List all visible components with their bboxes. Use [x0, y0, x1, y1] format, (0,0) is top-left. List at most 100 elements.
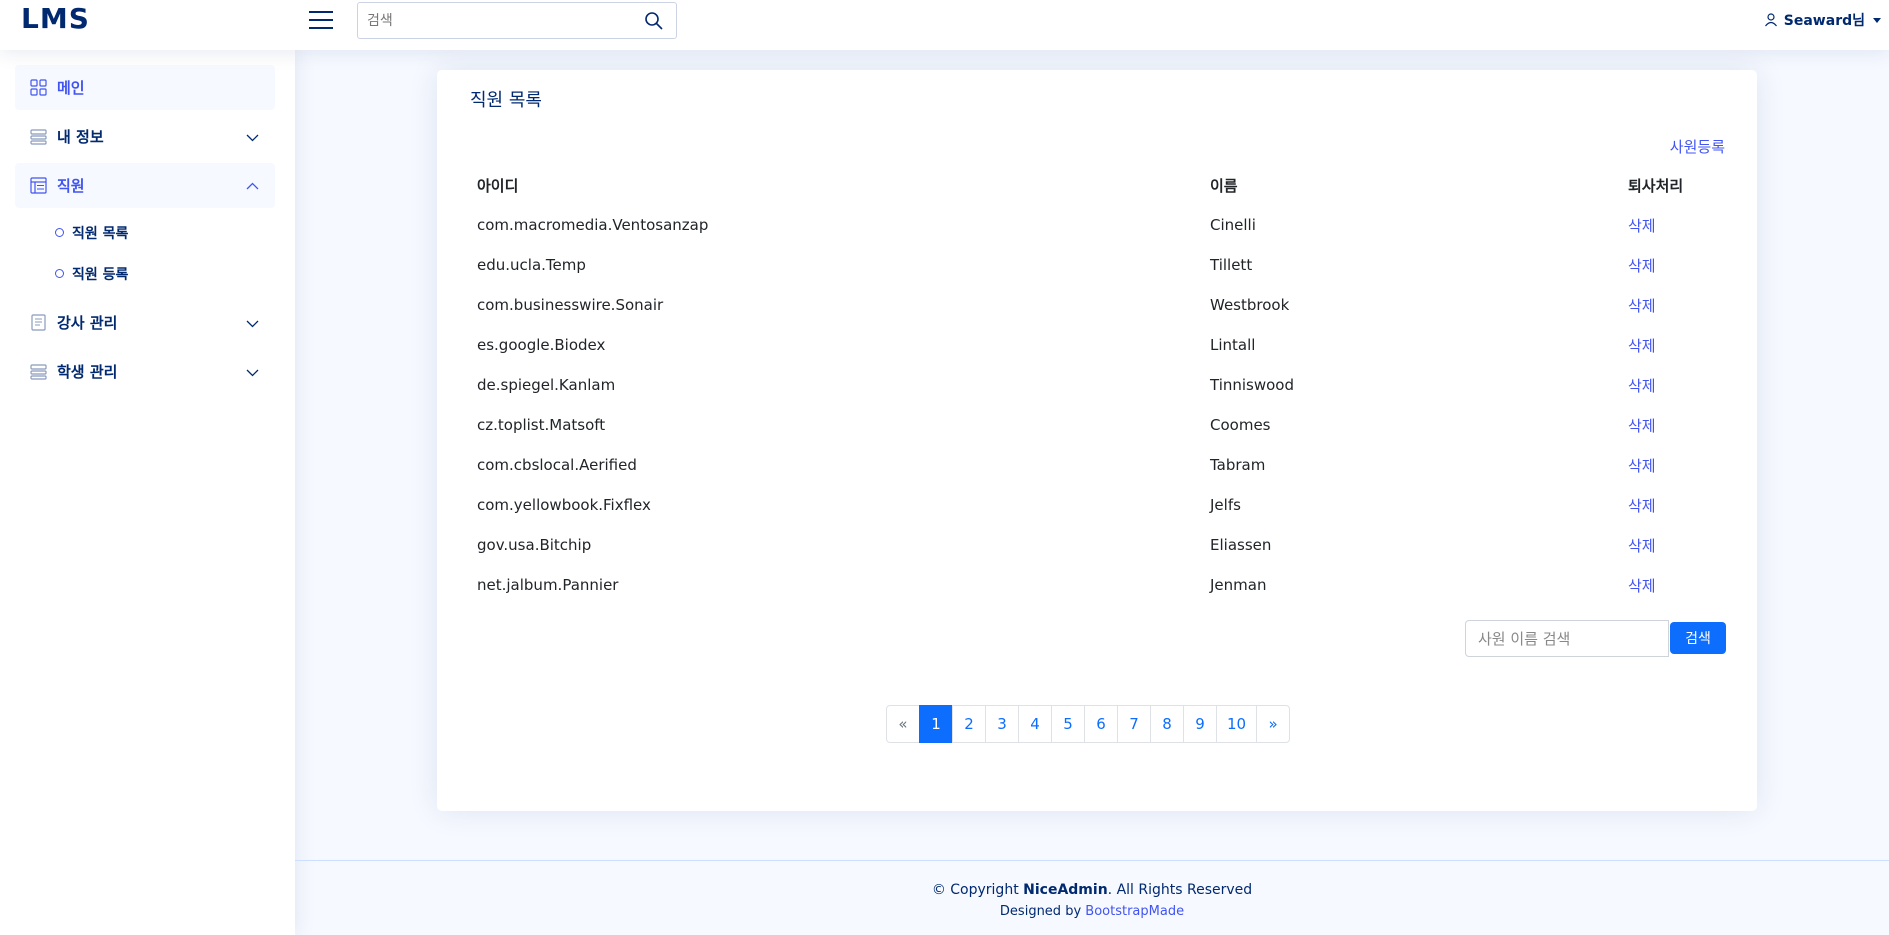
table-row: com.yellowbook.Fixflex Jelfs 삭제	[470, 485, 1726, 525]
user-name: Seaward님	[1783, 13, 1865, 29]
cell-name: Jenman	[1210, 576, 1267, 594]
person-icon	[1764, 13, 1777, 27]
table-row: de.spiegel.Kanlam Tinniswood 삭제	[470, 365, 1726, 405]
page-title: 직원 목록	[470, 90, 542, 111]
delete-link[interactable]: 삭제	[1621, 485, 1726, 525]
delete-link[interactable]: 삭제	[1621, 565, 1726, 605]
sidebar-item-label: 학생 관리	[57, 363, 118, 381]
header-search-bar	[357, 2, 677, 39]
pagination-page[interactable]: 1	[919, 705, 953, 743]
cell-name: Lintall	[1210, 336, 1256, 354]
pagination-page[interactable]: 2	[952, 705, 986, 743]
delete-link[interactable]: 삭제	[1621, 405, 1726, 445]
sidebar-subitem-staff-list[interactable]: 직원 목록	[15, 212, 275, 253]
sidebar-subitem-label: 직원 등록	[72, 266, 129, 283]
cell-id: com.cbslocal.Aerified	[477, 456, 637, 474]
column-header-resign: 퇴사처리	[1628, 176, 1684, 195]
pagination-page[interactable]: 3	[985, 705, 1019, 743]
delete-link[interactable]: 삭제	[1621, 445, 1726, 485]
chevron-down-icon	[246, 320, 259, 328]
header-search-input[interactable]	[358, 3, 628, 38]
sidebar-item-label: 직원	[57, 177, 85, 195]
sidebar-item-label: 강사 관리	[57, 314, 118, 332]
delete-link[interactable]: 삭제	[1621, 325, 1726, 365]
sidebar-subitem-label: 직원 목록	[72, 225, 129, 242]
pagination: « 1 2 3 4 5 6 7 8 9 10 »	[886, 705, 1291, 743]
pagination-page[interactable]: 8	[1150, 705, 1184, 743]
sidebar-toggle-icon[interactable]	[307, 6, 335, 34]
cell-id: cz.toplist.Matsoft	[477, 416, 606, 434]
footer: © Copyright NiceAdmin. All Rights Reserv…	[295, 860, 1889, 935]
cell-id: net.jalbum.Pannier	[477, 576, 619, 594]
column-header-id: 아이디	[477, 176, 519, 195]
grid-icon	[30, 79, 47, 96]
designer-link[interactable]: BootstrapMade	[1085, 904, 1184, 919]
app-logo[interactable]: LMS	[21, 2, 90, 35]
cell-name: Coomes	[1210, 416, 1271, 434]
user-menu[interactable]: Seaward님	[1764, 10, 1881, 30]
pagination-page[interactable]: 6	[1084, 705, 1118, 743]
cell-id: edu.ucla.Temp	[477, 256, 586, 274]
pagination-next[interactable]: »	[1256, 705, 1291, 743]
table-row: net.jalbum.Pannier Jenman 삭제	[470, 565, 1726, 605]
sidebar-item-instructor-management[interactable]: 강사 관리	[15, 300, 275, 345]
table-icon	[30, 177, 47, 194]
pagination-page[interactable]: 9	[1183, 705, 1217, 743]
staff-table: 아이디 이름 퇴사처리 com.macromedia.Ventosanzap C…	[470, 165, 1726, 605]
employee-name-search-input[interactable]	[1465, 620, 1669, 657]
table-row: gov.usa.Bitchip Eliassen 삭제	[470, 525, 1726, 565]
table-row: es.google.Biodex Lintall 삭제	[470, 325, 1726, 365]
layout-icon	[30, 129, 47, 145]
cell-name: Jelfs	[1210, 496, 1241, 514]
delete-link[interactable]: 삭제	[1621, 525, 1726, 565]
table-row: cz.toplist.Matsoft Coomes 삭제	[470, 405, 1726, 445]
chevron-down-icon	[246, 134, 259, 142]
copyright: © Copyright NiceAdmin. All Rights Reserv…	[295, 882, 1889, 898]
column-header-name: 이름	[1210, 176, 1238, 195]
sidebar-item-student-management[interactable]: 학생 관리	[15, 349, 275, 394]
pagination-page[interactable]: 5	[1051, 705, 1085, 743]
pagination-page[interactable]: 4	[1018, 705, 1052, 743]
layout-icon	[30, 364, 47, 380]
delete-link[interactable]: 삭제	[1621, 245, 1726, 285]
chevron-down-icon	[246, 369, 259, 377]
pagination-prev[interactable]: «	[886, 705, 920, 743]
pagination-page[interactable]: 10	[1216, 705, 1258, 743]
circle-icon	[55, 228, 64, 237]
sidebar-item-staff[interactable]: 직원	[15, 163, 275, 208]
cell-id: com.yellowbook.Fixflex	[477, 496, 651, 514]
sidebar-item-label: 내 정보	[57, 128, 104, 146]
sidebar-subitem-staff-register[interactable]: 직원 등록	[15, 253, 275, 294]
chevron-up-icon	[246, 182, 259, 190]
cell-id: gov.usa.Bitchip	[477, 536, 592, 554]
chevron-down-icon	[1873, 17, 1881, 23]
table-row: edu.ucla.Temp Tillett 삭제	[470, 245, 1726, 285]
designed-by-label: Designed by	[999, 904, 1086, 919]
journal-text-icon	[31, 314, 46, 331]
table-row: com.cbslocal.Aerified Tabram 삭제	[470, 445, 1726, 485]
pagination-page[interactable]: 7	[1117, 705, 1151, 743]
copyright-prefix: © Copyright	[931, 882, 1024, 898]
circle-icon	[55, 269, 64, 278]
cell-name: Tillett	[1210, 256, 1253, 274]
delete-link[interactable]: 삭제	[1621, 205, 1726, 245]
cell-id: com.businesswire.Sonair	[477, 296, 664, 314]
cell-name: Tinniswood	[1210, 376, 1295, 394]
cell-name: Westbrook	[1210, 296, 1290, 314]
copyright-suffix: . All Rights Reserved	[1107, 882, 1253, 898]
sidebar-item-my-info[interactable]: 내 정보	[15, 114, 275, 159]
register-employee-link[interactable]: 사원등록	[1670, 136, 1725, 157]
cell-id: com.macromedia.Ventosanzap	[477, 216, 709, 234]
table-row: com.businesswire.Sonair Westbrook 삭제	[470, 285, 1726, 325]
delete-link[interactable]: 삭제	[1621, 365, 1726, 405]
sidebar-item-main[interactable]: 메인	[15, 65, 275, 110]
cell-name: Eliassen	[1210, 536, 1272, 554]
cell-name: Tabram	[1210, 456, 1266, 474]
table-row: com.macromedia.Ventosanzap Cinelli 삭제	[470, 205, 1726, 245]
staff-list-card: 직원 목록 사원등록 아이디 이름 퇴사처리 com.macromedia.Ve…	[437, 70, 1757, 811]
cell-name: Cinelli	[1210, 216, 1256, 234]
search-button[interactable]: 검색	[1670, 622, 1726, 654]
cell-id: es.google.Biodex	[477, 336, 606, 354]
delete-link[interactable]: 삭제	[1621, 285, 1726, 325]
search-icon[interactable]	[644, 11, 664, 31]
